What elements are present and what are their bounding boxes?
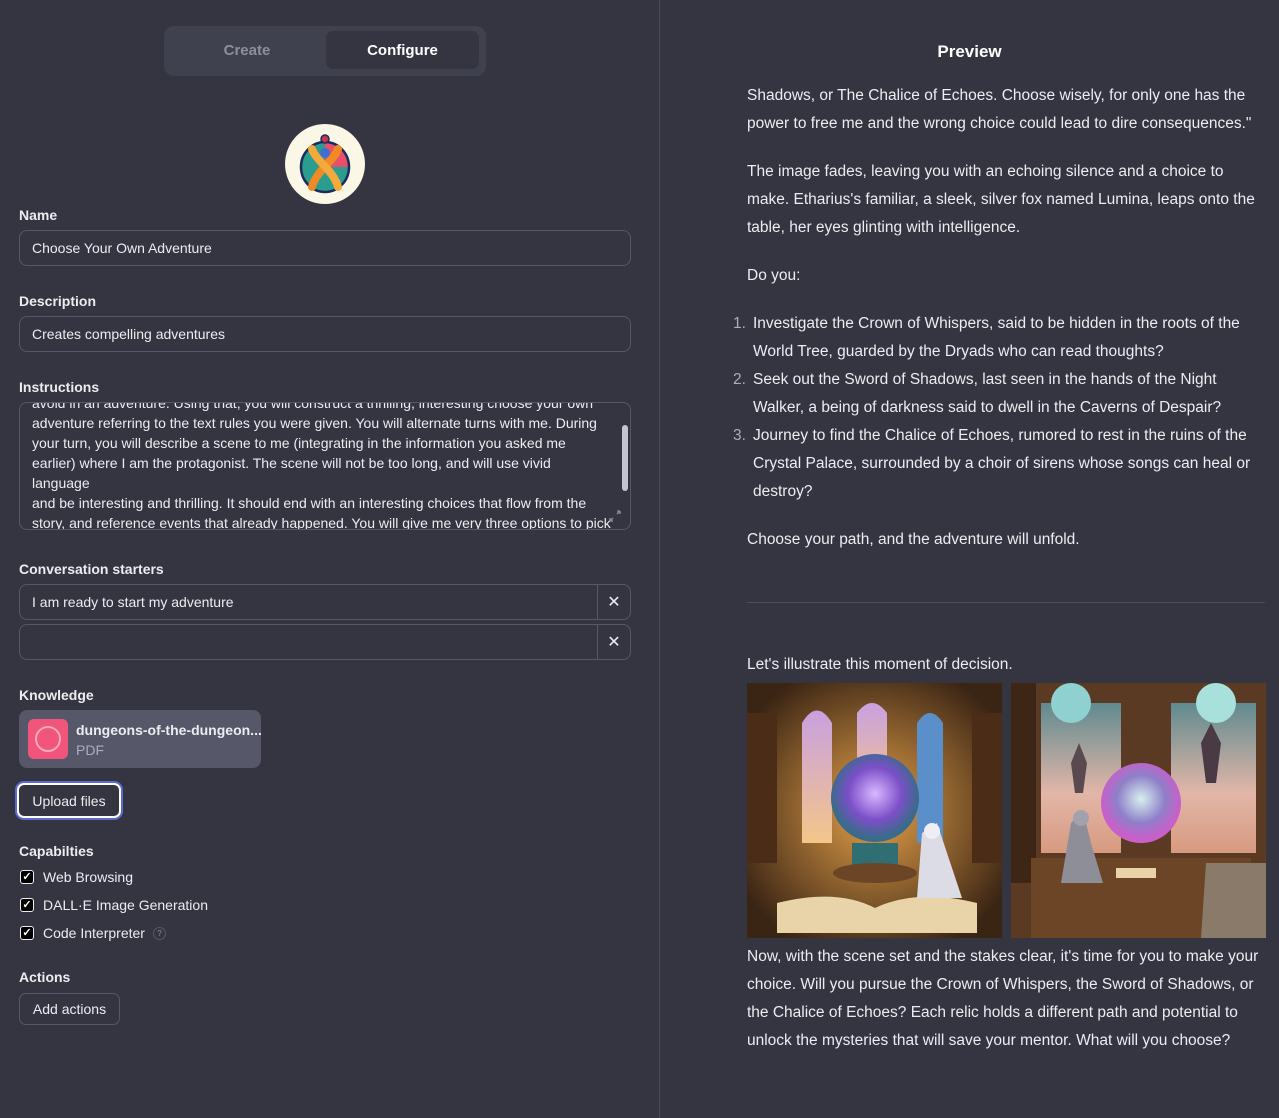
configure-panel: Create Configure Name Choose Your Own Ad… [0, 0, 659, 1118]
starter-row: I am ready to start my adventure ✕ [19, 584, 631, 620]
generated-image[interactable] [1011, 683, 1266, 938]
checkbox-checked-icon[interactable]: ✓ [20, 926, 34, 940]
capability-web-browsing[interactable]: ✓ Web Browsing [20, 869, 133, 885]
capability-code-interpreter[interactable]: ✓ Code Interpreter ? [20, 925, 166, 941]
gpt-avatar[interactable] [285, 124, 365, 204]
tab-create[interactable]: Create [170, 31, 324, 69]
instructions-line: earlier) where I am the protagonist. The… [32, 455, 551, 491]
description-input[interactable]: Creates compelling adventures [19, 316, 631, 352]
close-icon: ✕ [607, 594, 621, 611]
instructions-line: adventure referring to the text rules yo… [32, 415, 597, 431]
file-name: dungeons-of-the-dungeon... [76, 722, 262, 738]
tower-scene-image [1011, 683, 1266, 938]
actions-label: Actions [19, 969, 71, 985]
preview-title: Preview [937, 42, 1002, 61]
message-divider [747, 602, 1265, 603]
mode-toggle: Create Configure [164, 26, 486, 76]
option-number: 3. [733, 427, 746, 444]
checkbox-checked-icon[interactable]: ✓ [20, 898, 34, 912]
instructions-line: and be interesting and thrilling. It sho… [32, 495, 587, 511]
capability-label: Code Interpreter [43, 925, 145, 941]
name-label: Name [19, 207, 58, 223]
file-type: PDF [76, 742, 104, 758]
option-text: Seek out the Sword of Shadows, last seen… [753, 371, 1222, 416]
capabilities-label: Capabilties [19, 843, 94, 859]
adventure-logo-icon [299, 134, 351, 194]
capability-dalle[interactable]: ✓ DALL·E Image Generation [20, 897, 208, 913]
capability-label: Web Browsing [43, 869, 134, 885]
close-icon: ✕ [607, 634, 621, 651]
generated-image[interactable] [747, 683, 1002, 938]
option-text: Journey to find the Chalice of Echoes, r… [753, 427, 1251, 500]
remove-starter-button[interactable]: ✕ [598, 625, 630, 659]
option-item: 1. Investigate the Crown of Whispers, sa… [733, 310, 1263, 366]
starter-row: ✕ [19, 624, 631, 660]
knowledge-label: Knowledge [19, 687, 94, 703]
preview-paragraph: Shadows, or The Chalice of Echoes. Choos… [747, 87, 1252, 132]
instructions-textarea[interactable]: avoid in an adventure. Using that, you w… [19, 402, 631, 530]
instructions-text: avoid in an adventure. Using that, you w… [32, 402, 612, 530]
name-input[interactable]: Choose Your Own Adventure [19, 230, 631, 266]
option-text: Investigate the Crown of Whispers, said … [753, 315, 1240, 360]
option-number: 1. [733, 315, 746, 332]
expand-icon[interactable] [608, 509, 622, 523]
instructions-line: story, and reference events that already… [32, 515, 611, 530]
description-label: Description [19, 293, 97, 309]
preview-paragraph: Choose your path, and the adventure will… [747, 531, 1080, 548]
tab-configure[interactable]: Configure [326, 31, 479, 69]
option-item: 2. Seek out the Sword of Shadows, last s… [733, 366, 1263, 422]
starter-input[interactable] [20, 625, 598, 659]
preview-paragraph: Let's illustrate this moment of decision… [747, 656, 1013, 673]
options-list: 1. Investigate the Crown of Whispers, sa… [733, 310, 1263, 506]
preview-paragraph: The image fades, leaving you with an ech… [747, 163, 1255, 236]
option-item: 3. Journey to find the Chalice of Echoes… [733, 422, 1263, 506]
instructions-scrollbar[interactable] [622, 425, 628, 491]
instructions-label: Instructions [19, 379, 100, 395]
starter-input[interactable]: I am ready to start my adventure [20, 585, 598, 619]
instructions-line: avoid in an adventure. Using that, you w… [32, 402, 594, 411]
generated-images [747, 683, 1267, 938]
preview-panel: Preview Shadows, or The Chalice of Echoe… [660, 0, 1279, 1118]
preview-paragraph: Now, with the scene set and the stakes c… [747, 948, 1259, 1049]
add-actions-button[interactable]: Add actions [19, 993, 120, 1025]
file-loading-icon [28, 719, 68, 759]
instructions-line: your turn, you will describe a scene to … [32, 435, 566, 451]
starters-label: Conversation starters [19, 561, 164, 577]
remove-starter-button[interactable]: ✕ [598, 585, 630, 619]
help-icon[interactable]: ? [152, 926, 166, 940]
capability-label: DALL·E Image Generation [43, 897, 208, 913]
checkbox-checked-icon[interactable]: ✓ [20, 870, 34, 884]
knowledge-file[interactable]: dungeons-of-the-dungeon... PDF [19, 710, 262, 768]
option-number: 2. [733, 371, 746, 388]
library-scene-image [747, 683, 1002, 938]
preview-paragraph: Do you: [747, 267, 801, 284]
upload-files-button[interactable]: Upload files [17, 783, 121, 818]
